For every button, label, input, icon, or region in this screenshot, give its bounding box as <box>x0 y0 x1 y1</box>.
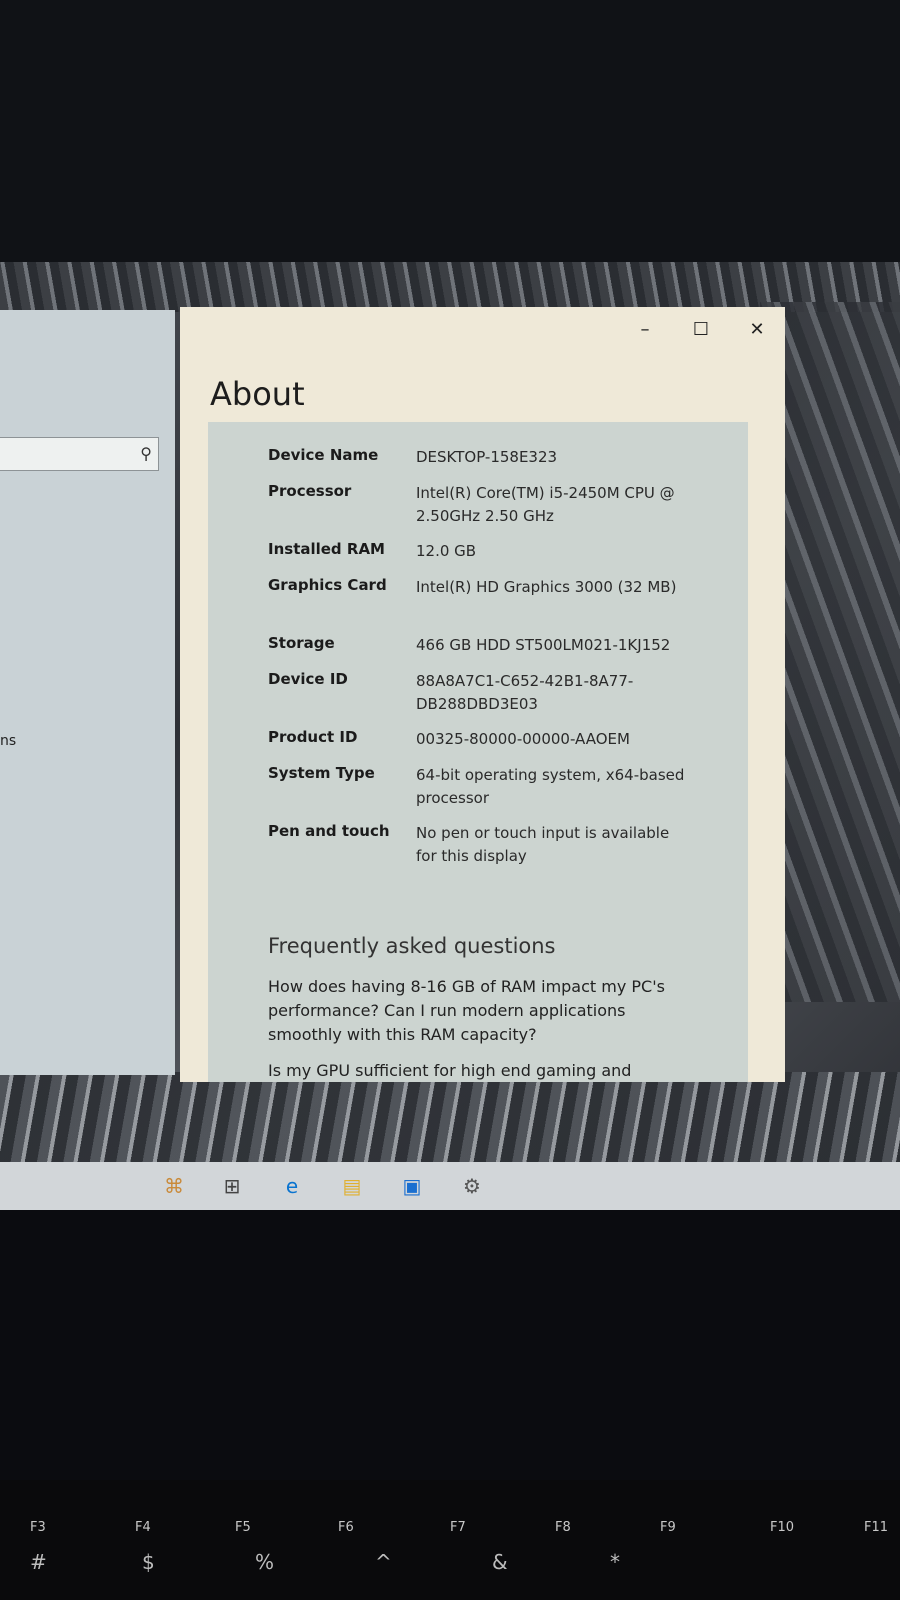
task-view-icon[interactable]: ⊞ <box>218 1172 246 1200</box>
spec-row-product-id: Product ID 00325-80000-00000-AAOEM <box>268 728 728 764</box>
wallpaper-bottom <box>0 1072 900 1162</box>
device-specifications-panel: Device Name DESKTOP-158E323 Processor In… <box>208 422 748 1082</box>
keyboard: F3 F4 F5 F6 F7 F8 F9 F10 F11 # $ % ^ & * <box>0 1480 900 1600</box>
key-f4: F4 <box>135 1520 151 1535</box>
spec-value: DESKTOP-158E323 <box>416 448 558 466</box>
key-f10: F10 <box>770 1520 795 1535</box>
spec-row-graphics-card: Graphics Card Intel(R) HD Graphics 3000 … <box>268 576 728 634</box>
desktop-screen: ⚲ ns – ☐ ✕ About Device Name DESKTOP-158… <box>0 262 900 1210</box>
spec-label: Device Name <box>268 446 379 464</box>
about-window: – ☐ ✕ About Device Name DESKTOP-158E323 … <box>180 307 785 1082</box>
minimize-button[interactable]: – <box>617 307 673 351</box>
key-hash: # <box>30 1550 47 1574</box>
spec-value: 64-bit operating system, x64-based proce… <box>416 766 685 807</box>
file-explorer-icon[interactable]: ▤ <box>338 1172 366 1200</box>
close-button[interactable]: ✕ <box>729 307 785 351</box>
settings-left-pane: ⚲ ns <box>0 310 175 1075</box>
spec-value: No pen or touch input is available for t… <box>416 824 670 865</box>
nav-item-fragment[interactable]: ns <box>0 733 16 749</box>
spec-label: Product ID <box>268 728 358 746</box>
search-icon: ⚲ <box>140 444 152 463</box>
spec-row-pen-and-touch: Pen and touch No pen or touch input is a… <box>268 822 728 880</box>
spec-row-storage: Storage 466 GB HDD ST500LM021-1KJ152 <box>268 634 728 670</box>
key-f9: F9 <box>660 1520 676 1535</box>
spec-label: Storage <box>268 634 335 652</box>
key-percent: % <box>255 1550 275 1574</box>
key-f6: F6 <box>338 1520 354 1535</box>
spec-row-device-name: Device Name DESKTOP-158E323 <box>268 446 728 482</box>
key-f7: F7 <box>450 1520 466 1535</box>
spec-value: 00325-80000-00000-AAOEM <box>416 730 630 748</box>
faq-heading: Frequently asked questions <box>268 934 556 958</box>
key-f11: F11 <box>864 1520 889 1535</box>
spec-row-device-id: Device ID 88A8A7C1-C652-42B1-8A77-DB288D… <box>268 670 728 728</box>
edge-icon[interactable]: e <box>278 1172 306 1200</box>
key-ampersand: & <box>492 1550 508 1574</box>
spec-value: 466 GB HDD ST500LM021-1KJ152 <box>416 636 671 654</box>
taskbar: ⌘ ⊞ e ▤ ▣ ⚙ <box>0 1162 900 1210</box>
spec-label: System Type <box>268 764 375 782</box>
spec-value: Intel(R) HD Graphics 3000 (32 MB) <box>416 578 677 596</box>
window-controls: – ☐ ✕ <box>617 307 785 351</box>
key-asterisk: * <box>610 1550 620 1574</box>
key-f8: F8 <box>555 1520 571 1535</box>
spec-label: Pen and touch <box>268 822 390 840</box>
monitor-bezel <box>0 0 900 262</box>
spec-label: Graphics Card <box>268 576 387 594</box>
spec-row-processor: Processor Intel(R) Core(TM) i5-2450M CPU… <box>268 482 728 540</box>
spec-row-installed-ram: Installed RAM 12.0 GB <box>268 540 728 576</box>
spec-value: 12.0 GB <box>416 542 477 560</box>
settings-search-input[interactable]: ⚲ <box>0 437 159 471</box>
key-f5: F5 <box>235 1520 251 1535</box>
key-f3: F3 <box>30 1520 46 1535</box>
key-caret: ^ <box>375 1550 392 1574</box>
faq-question[interactable]: How does having 8-16 GB of RAM impact my… <box>268 975 683 1047</box>
faq-question[interactable]: Is my GPU sufficient for high end gaming… <box>268 1059 683 1083</box>
page-title: About <box>210 375 305 413</box>
spec-label: Installed RAM <box>268 540 385 558</box>
spec-row-system-type: System Type 64-bit operating system, x64… <box>268 764 728 822</box>
key-dollar: $ <box>142 1550 155 1574</box>
spec-label: Processor <box>268 482 352 500</box>
spec-label: Device ID <box>268 670 348 688</box>
settings-icon[interactable]: ⚙ <box>458 1172 486 1200</box>
specs-list: Device Name DESKTOP-158E323 Processor In… <box>268 446 728 880</box>
store-icon[interactable]: ▣ <box>398 1172 426 1200</box>
spec-value: Intel(R) Core(TM) i5-2450M CPU @ 2.50GHz… <box>416 484 675 525</box>
app-icon[interactable]: ⌘ <box>160 1172 188 1200</box>
maximize-button[interactable]: ☐ <box>673 307 729 351</box>
spec-value: 88A8A7C1-C652-42B1-8A77-DB288DBD3E03 <box>416 672 634 713</box>
